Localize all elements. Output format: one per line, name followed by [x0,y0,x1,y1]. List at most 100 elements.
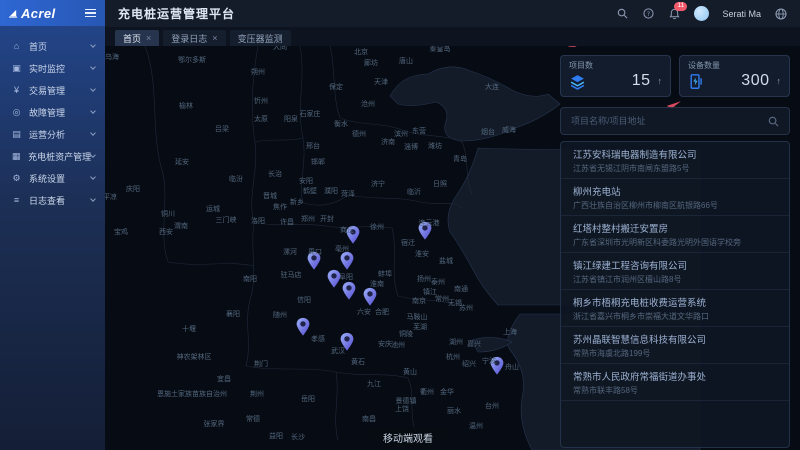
tab-登录日志[interactable]: 登录日志× [163,30,225,46]
chevron-down-icon [90,130,96,136]
project-name: 柳州充电站 [573,184,777,198]
map-pin[interactable] [341,252,354,270]
project-list-item[interactable]: 苏州晶联智慧信息科技有限公司常熟市海虞北路199号 [561,327,789,364]
map-pin[interactable] [343,282,356,300]
sidebar-item-log[interactable]: ≡日志查看 [0,189,105,211]
sidebar-item-label: 系统设置 [29,172,65,185]
help-icon[interactable]: ? [642,7,655,20]
close-icon[interactable]: × [212,33,217,43]
project-list-item[interactable]: 江苏安科瑞电器制造有限公司江苏省无锡江阴市南闸东盟路5号 [561,142,789,179]
map-pin[interactable] [491,357,504,375]
project-address: 江苏省无锡江阴市南闸东盟路5号 [573,163,777,174]
sidebar-item-trade[interactable]: ¥ 交易管理 [0,79,105,101]
map-pin[interactable] [419,222,432,240]
project-list-item[interactable]: 红塔村整村搬迁安置房广东省深圳市光明新区科委路光明外国语学校旁 [561,216,789,253]
map-pin[interactable] [308,252,321,270]
chevron-down-icon [90,64,96,70]
chevron-down-icon [90,196,96,202]
chevron-down-icon [90,152,96,158]
trend-up-icon: ↑ [658,76,663,86]
asset-icon: ▦ [10,151,22,162]
analysis-icon: ▤ [10,129,23,140]
project-address: 广西壮族自治区柳州市柳南区航银路66号 [573,200,777,211]
map-pin[interactable] [341,333,354,351]
map-pin[interactable] [328,270,341,288]
sidebar-item-asset[interactable]: ▦ 充电桩资产管理 [0,145,105,167]
project-list-item[interactable]: 柳州充电站广西壮族自治区柳州市柳南区航银路66号 [561,179,789,216]
chevron-down-icon [90,42,96,48]
user-name[interactable]: Serati Ma [722,9,761,19]
sidebar-item-analysis[interactable]: ▤ 运营分析 [0,123,105,145]
sidebar-item-label: 首页 [29,40,47,53]
tab-bar: 首页×登录日志×变压器监测 [105,27,800,46]
main-area: 充电桩运营管理平台 ? 11 Serati Ma 首页×登录日志×变 [105,0,800,450]
page-title: 充电桩运营管理平台 [118,5,235,22]
project-name: 桐乡市梧桐充电桩收费运营系统 [573,295,777,309]
stat-value: 15 [632,72,651,90]
project-name: 红塔村整村搬迁安置房 [573,221,777,235]
stat-card-devices: 设备数量 300 ↑ [679,55,790,97]
trade-icon: ¥ [10,85,23,95]
project-name: 苏州晶联智慧信息科技有限公司 [573,332,777,346]
search-icon[interactable] [616,7,629,20]
log-icon: ≡ [10,195,23,205]
language-globe-icon[interactable] [774,7,787,20]
tab-首页[interactable]: 首页 × [115,30,159,46]
brand-name: Acrel [21,6,56,21]
sidebar-item-monitor[interactable]: ▣ 实时监控 [0,57,105,79]
svg-text:?: ? [647,10,650,18]
stat-label: 设备数量 [688,60,781,71]
acrel-logo: Acrel [9,6,56,21]
logo-band: Acrel [0,0,105,26]
map-pin[interactable] [347,226,360,244]
menu-collapse-icon[interactable] [85,9,96,18]
sidebar-item-label: 交易管理 [29,84,65,97]
project-list-item[interactable]: 桐乡市梧桐充电桩收费运营系统浙江省嘉兴市桐乡市崇福大道文华路口 [561,290,789,327]
sidebar-item-label: 运营分析 [29,128,65,141]
sidebar-item-fault[interactable]: ◎故障管理 [0,101,105,123]
project-address: 广东省深圳市光明新区科委路光明外国语学校旁 [573,237,777,248]
chevron-down-icon [90,174,96,180]
stat-value: 300 [741,72,769,90]
project-address: 浙江省嘉兴市桐乡市崇福大道文华路口 [573,311,777,322]
right-panel: 项目数 15 ↑ 设备数量 [560,55,790,448]
sidebar: Acrel ⌂ 首页 ▣ 实时监控 ¥ 交易管理 ◎故障管理 ▤ 运营分析 ▦ 充电桩资产管理 ⚙ 系统… [0,0,105,450]
sidebar-item-home[interactable]: ⌂ 首页 [0,35,105,57]
map-pin[interactable] [297,318,310,336]
monitor-icon: ▣ [10,63,23,74]
sidebar-item-settings[interactable]: ⚙ 系统设置 [0,167,105,189]
sidebar-item-label: 充电桩资产管理 [28,150,91,163]
sidebar-menu: ⌂ 首页 ▣ 实时监控 ¥ 交易管理 ◎故障管理 ▤ 运营分析 ▦ 充电桩资产管理 ⚙ 系统设置 ≡日志查… [0,26,105,211]
search-icon[interactable] [768,116,779,127]
chevron-down-icon [90,108,96,114]
project-name: 常熟市人民政府常福街道办事处 [573,369,777,383]
charger-icon [688,73,705,90]
chevron-down-icon [90,86,96,92]
tab-label: 首页 [123,32,141,45]
sidebar-item-label: 实时监控 [29,62,65,75]
app-window: Acrel ⌂ 首页 ▣ 实时监控 ¥ 交易管理 ◎故障管理 ▤ 运营分析 ▦ 充电桩资产管理 ⚙ 系统… [0,0,800,450]
top-header: 充电桩运营管理平台 ? 11 Serati Ma [105,0,800,27]
mobile-view-button[interactable]: 移动端观看 [368,427,448,447]
province-borders [145,46,472,440]
tab-label: 变压器监测 [238,32,283,45]
trend-up-icon: ↑ [777,76,782,86]
close-icon[interactable]: × [146,33,151,43]
settings-icon: ⚙ [10,173,23,184]
notification-badge: 11 [674,2,687,11]
flight-marker-icon [566,46,581,50]
map-pin[interactable] [364,288,377,306]
tab-变压器监测[interactable]: 变压器监测 [230,30,291,46]
project-name: 江苏安科瑞电器制造有限公司 [573,147,777,161]
home-icon: ⌂ [10,41,23,51]
logo-sail-icon [9,9,18,18]
search-input[interactable] [571,116,768,126]
notification-bell-icon[interactable]: 11 [668,7,681,20]
project-list-item[interactable]: 镇江绿建工程咨询有限公司江苏省镇江市润州区檀山路8号 [561,253,789,290]
project-address: 常熟市海虞北路199号 [573,348,777,359]
fault-icon: ◎ [10,107,23,118]
project-search-box [560,107,790,135]
project-list-item[interactable]: 常熟市人民政府常福街道办事处常熟市联丰路58号 [561,364,789,401]
avatar[interactable] [694,6,709,21]
map-container: 乌海鄂尔多斯榆林吕梁延安临汾大同朔州忻州太原阳泉石家庄保定北京廊坊唐山秦皇岛天津… [105,46,800,450]
